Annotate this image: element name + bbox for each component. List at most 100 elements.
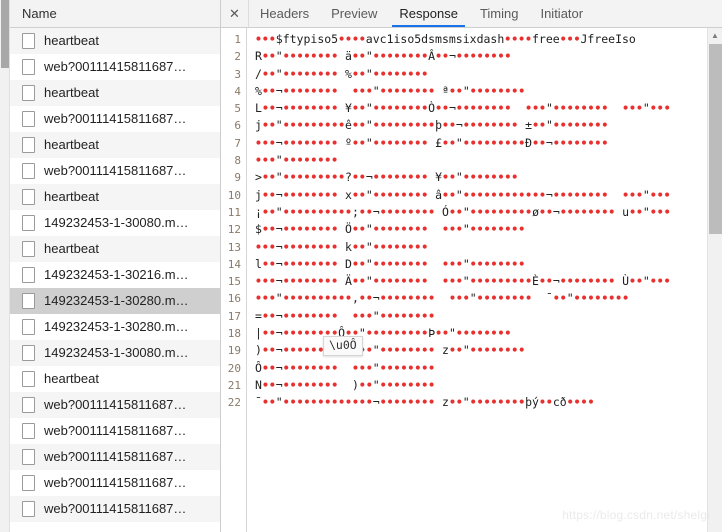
line-number: 18 [227,327,241,341]
scroll-up-arrow-icon[interactable]: ▲ [708,28,722,43]
control-char-dots: •••••••• [379,291,436,306]
response-text: " [642,187,650,202]
response-text: " [462,256,470,271]
response-text: ? [345,170,352,185]
list-item[interactable]: heartbeat [10,366,220,392]
control-char-dots: •• [351,239,366,254]
line-number: 21 [227,378,241,392]
response-text: " [275,66,283,81]
name-column-header[interactable]: Name [10,0,220,28]
list-item[interactable]: 149232453-1-30280.m… [10,314,220,340]
list-item-label: web?00111415811687… [44,163,187,178]
response-text: " [275,291,283,306]
response-body: 1 2 3 4 5 6 7 8 9 10 11 12 13 14 15 16 17 18 19 20 21 22 •••$… [221,28,722,532]
list-item[interactable]: 149232453-1-30280.m… [10,288,220,314]
outer-vertical-scrollbar[interactable] [0,0,10,532]
control-char-dots: •••••••• [372,49,429,64]
response-line: R••"•••••••• ä••"••••••••Â••¬•••••••• [255,48,707,65]
list-item[interactable]: web?00111415811687… [10,392,220,418]
response-text: " [545,118,553,133]
control-char-dots: •• [351,101,366,116]
list-item[interactable]: 149232453-1-30080.m… [10,340,220,366]
control-char-dots: ••• [442,274,463,289]
list-item[interactable]: 149232453-1-30216.m… [10,262,220,288]
tab-headers[interactable]: Headers [249,0,320,27]
document-icon [22,448,35,465]
response-text: " [462,343,470,358]
response-text: L [255,101,262,116]
list-item[interactable]: heartbeat [10,236,220,262]
control-char-dots: •• [261,308,276,323]
document-icon [22,84,35,101]
response-text [428,257,442,271]
control-char-dots: •••••••• [372,222,429,237]
response-line: =••¬•••••••• •••"•••••••• [255,308,707,325]
document-icon [22,240,35,257]
control-char-dots: •• [629,204,643,219]
control-char-dots: •••••••• [372,66,429,81]
response-line: >••"•••••••••?••¬•••••••• ¥••"•••••••• [255,169,707,186]
network-request-list-panel: Name heartbeat web?00111415811687… heartbe… [10,0,221,532]
control-char-dots: •••••••• [379,360,436,375]
response-text: ¬ [545,187,553,202]
response-content[interactable]: •••$ftypiso5••••avc1iso5dsmsmsixdash••••… [247,28,707,532]
list-item-label: web?00111415811687… [44,475,187,490]
list-item[interactable]: web?00111415811687… [10,158,220,184]
control-char-dots: •• [351,274,366,289]
control-char-dots: •• [261,222,276,237]
control-char-dots: •••••••• [559,204,616,219]
response-vertical-scrollbar[interactable]: ▲ [707,28,722,532]
response-text: " [275,118,283,133]
tab-response[interactable]: Response [388,0,469,27]
list-item[interactable]: heartbeat [10,132,220,158]
response-text: " [372,308,380,323]
list-item[interactable]: web?00111415811687… [10,444,220,470]
line-number: 20 [227,361,241,375]
name-column-header-label: Name [22,6,57,21]
list-item-label: heartbeat [44,85,99,100]
response-text: ¬ [448,101,456,116]
devtools-network-panel: Name heartbeat web?00111415811687… heartbe… [0,0,722,532]
response-line: /••"•••••••• %••"•••••••• [255,66,707,83]
control-char-dots: ••• [622,101,643,116]
control-char-dots: •••••••• [372,187,429,202]
list-item[interactable]: web?00111415811687… [10,470,220,496]
line-number: 11 [227,205,241,219]
response-text: £ [428,135,443,150]
response-text: ¯ [532,291,553,306]
control-char-dots: •• [351,222,366,237]
response-text: ¬ [372,204,380,219]
tab-initiator[interactable]: Initiator [529,0,594,27]
control-char-dots: •• [261,395,276,410]
control-char-dots: •• [261,326,276,341]
request-name-list[interactable]: heartbeat web?00111415811687… heartbeat web… [10,28,220,532]
response-text: þ [435,118,443,133]
response-text: ¬ [552,204,560,219]
control-char-dots: •• [351,256,366,271]
response-text: j [255,118,262,133]
response-line: •••¬•••••••• k••"•••••••• [255,239,707,256]
response-scrollbar-thumb[interactable] [709,44,722,234]
control-char-dots: •• [261,377,276,392]
control-char-dots: •••••••• [469,222,526,237]
control-char-dots: ••• [649,187,671,202]
control-char-dots: •••••••••• [282,204,352,219]
control-char-dots: ••• [255,239,276,254]
list-item[interactable]: web?00111415811687… [10,54,220,80]
tab-timing[interactable]: Timing [469,0,530,27]
response-text: ä [338,49,352,64]
close-icon[interactable]: ✕ [221,0,249,27]
response-text: % [255,83,262,98]
control-char-dots: •••••••• [282,256,339,271]
control-char-dots: ••• [351,360,373,375]
list-item[interactable]: heartbeat [10,28,220,54]
outer-scrollbar-thumb[interactable] [1,0,9,68]
list-item[interactable]: web?00111415811687… [10,496,220,522]
tab-preview[interactable]: Preview [320,0,388,27]
control-char-dots: •••••••• [552,101,609,116]
list-item[interactable]: heartbeat [10,80,220,106]
list-item[interactable]: heartbeat [10,184,220,210]
list-item[interactable]: 149232453-1-30080.m… [10,210,220,236]
list-item[interactable]: web?00111415811687… [10,418,220,444]
list-item[interactable]: web?00111415811687… [10,106,220,132]
